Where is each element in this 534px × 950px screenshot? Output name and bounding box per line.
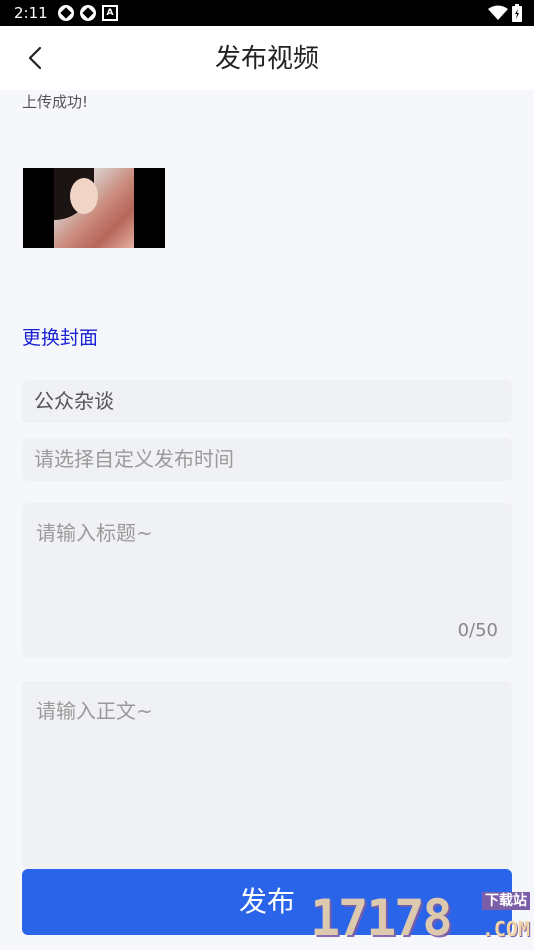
title-input[interactable] bbox=[34, 517, 498, 611]
title-char-count: 0/50 bbox=[457, 620, 498, 641]
a-icon: A bbox=[102, 5, 118, 21]
sync-icon bbox=[80, 5, 96, 21]
video-thumbnail[interactable] bbox=[23, 168, 165, 248]
status-time: 2:11 bbox=[14, 4, 48, 22]
body-input-area[interactable] bbox=[22, 681, 512, 869]
sync-icon bbox=[58, 5, 74, 21]
status-notification-icons: A bbox=[58, 5, 118, 21]
category-select[interactable]: 公众杂谈 bbox=[22, 380, 512, 423]
app-header: 发布视频 bbox=[0, 26, 534, 90]
publish-time-picker[interactable]: 请选择自定义发布时间 bbox=[22, 438, 512, 481]
change-cover-link[interactable]: 更换封面 bbox=[22, 325, 98, 351]
title-input-area[interactable]: 0/50 bbox=[22, 503, 512, 658]
body-input[interactable] bbox=[34, 695, 498, 849]
category-value: 公众杂谈 bbox=[34, 389, 114, 413]
status-system-icons bbox=[488, 4, 522, 22]
publish-button[interactable]: 发布 bbox=[22, 869, 512, 935]
page-title: 发布视频 bbox=[214, 44, 319, 74]
publish-time-placeholder: 请选择自定义发布时间 bbox=[34, 447, 234, 471]
upload-status-text: 上传成功! bbox=[22, 93, 89, 111]
battery-icon bbox=[512, 4, 522, 22]
status-bar: 2:11 A bbox=[0, 0, 534, 26]
wifi-icon bbox=[488, 5, 508, 20]
thumbnail-image bbox=[54, 168, 134, 248]
thumbnail-face-shape bbox=[70, 178, 98, 214]
